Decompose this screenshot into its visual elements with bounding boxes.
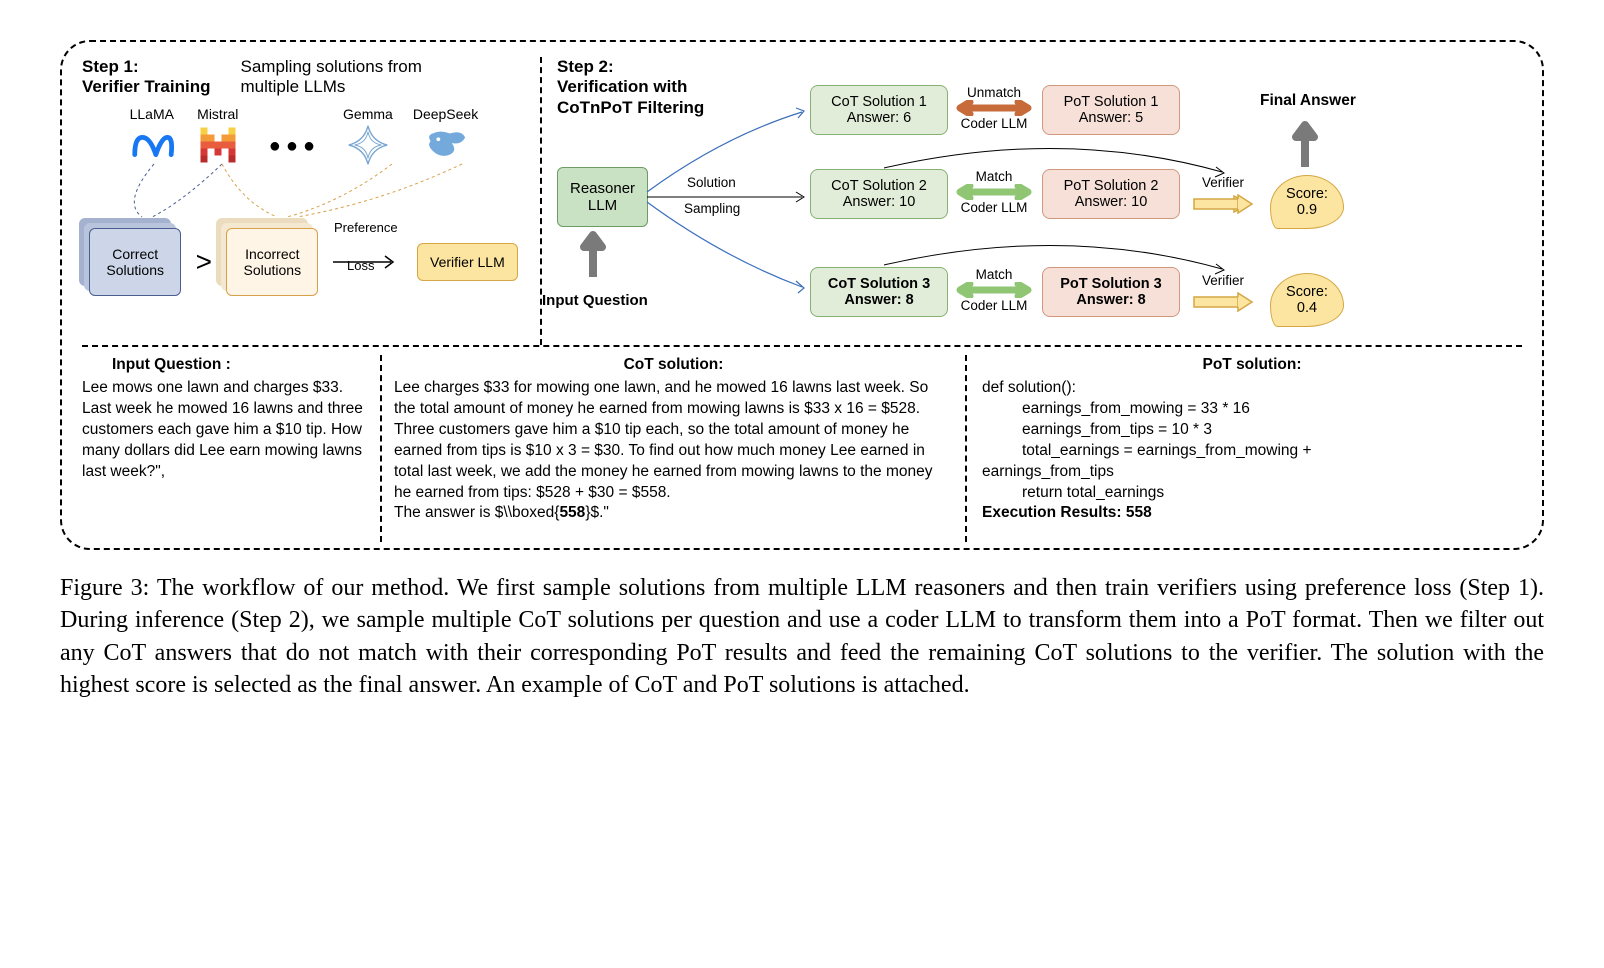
box-answer: Answer: 5: [1055, 110, 1167, 126]
code-line: return total_earnings: [982, 483, 1522, 504]
llm-llama: LLaMA: [129, 106, 175, 168]
sampling-arrows: [82, 162, 522, 222]
up-arrow-icon: [580, 229, 606, 279]
example-title: CoT solution:: [394, 355, 953, 376]
up-arrow-icon: [1292, 119, 1318, 169]
verifier-curve-2: [882, 142, 1232, 192]
verifier-curve-3: [882, 239, 1232, 289]
pot-solution-example: PoT solution: def solution(): earnings_f…: [967, 355, 1522, 542]
deepseek-icon: [423, 122, 469, 168]
coder-label: Coder LLM: [961, 116, 1028, 131]
box-answer: Answer: 6: [823, 110, 935, 126]
preference-label: Preference: [334, 220, 398, 235]
gemma-icon: [345, 122, 391, 168]
ellipsis-icon: ● ● ●: [261, 135, 323, 158]
step1-title-line2: Verifier Training: [82, 77, 211, 97]
example-answer: The answer is $\\boxed{558}$.": [394, 503, 953, 524]
example-body: Lee charges $33 for mowing one lawn, and…: [394, 378, 953, 504]
correct-solutions-box: Correct Solutions: [89, 228, 181, 296]
box-answer: Answer: 10: [1055, 194, 1167, 210]
box-label: Correct Solutions: [90, 246, 180, 278]
box-title: CoT Solution 1: [823, 94, 935, 110]
final-answer-label: Final Answer: [1260, 92, 1356, 110]
box-label: Verifier LLM: [430, 254, 505, 270]
step2-title-line2: Verification with: [557, 77, 1522, 97]
step1-panel: Step 1: Verifier Training Sampling solut…: [82, 57, 542, 345]
code-line: total_earnings = earnings_from_mowing +e…: [982, 441, 1522, 483]
diagram-top-row: Step 1: Verifier Training Sampling solut…: [82, 57, 1522, 347]
llm-label: DeepSeek: [413, 106, 478, 122]
example-title: PoT solution:: [982, 355, 1522, 376]
box-answer: Answer: 10: [823, 194, 935, 210]
loss-label: Loss: [347, 258, 374, 273]
box-answer: Answer: 8: [1055, 292, 1167, 308]
code-line: earnings_from_mowing = 33 * 16: [982, 399, 1522, 420]
cot-solution-1: CoT Solution 1 Answer: 6: [810, 85, 948, 135]
execution-result: Execution Results: 558: [982, 503, 1522, 524]
input-question-example: Input Question : Lee mows one lawn and c…: [82, 355, 382, 542]
example-row: Input Question : Lee mows one lawn and c…: [82, 347, 1522, 542]
score-bubble-1: Score: 0.9: [1270, 175, 1344, 229]
llm-label: Mistral: [197, 106, 238, 122]
llm-gemma: Gemma: [343, 106, 393, 168]
example-body: Lee mows one lawn and charges $33. Last …: [82, 378, 370, 483]
pot-solution-1: PoT Solution 1 Answer: 5: [1042, 85, 1180, 135]
box-answer: Answer: 8: [823, 292, 935, 308]
incorrect-solutions-box: Incorrect Solutions: [226, 228, 318, 296]
mistral-icon: [195, 122, 241, 168]
code-line: def solution():: [982, 378, 1522, 399]
unmatch-arrow: Unmatch Coder LLM: [956, 85, 1032, 131]
verifier-arrow-icon: [1192, 292, 1254, 312]
box-label: Incorrect Solutions: [227, 246, 317, 278]
llm-deepseek: DeepSeek: [413, 106, 478, 168]
workflow-diagram: Step 1: Verifier Training Sampling solut…: [60, 40, 1544, 550]
box-title: PoT Solution 1: [1055, 94, 1167, 110]
reasoner-llm-box: Reasoner LLM: [557, 167, 648, 227]
llm-row: LLaMA Mistral: [82, 106, 525, 168]
box-label: LLM: [570, 197, 635, 214]
llm-label: Gemma: [343, 106, 393, 122]
code-line: earnings_from_tips = 10 * 3: [982, 420, 1522, 441]
input-question-label: Input Question: [542, 292, 648, 309]
coder-label: Coder LLM: [961, 298, 1028, 313]
figure-caption: Figure 3: The workflow of our method. We…: [60, 572, 1544, 702]
llm-label: LLaMA: [130, 106, 174, 122]
verifier-label-2: Verifier: [1202, 175, 1244, 190]
verifier-llm-box: Verifier LLM: [417, 243, 518, 281]
coder-label: Coder LLM: [961, 200, 1028, 215]
verifier-label-3: Verifier: [1202, 273, 1244, 288]
cot-solution-example: CoT solution: Lee charges $33 for mowing…: [382, 355, 967, 542]
sampling-label-1: Solution: [687, 175, 736, 190]
score-value: Score: 0.4: [1286, 284, 1328, 316]
meta-icon: [129, 122, 175, 168]
verifier-arrow-icon: [1192, 194, 1254, 214]
step2-panel: Step 2: Verification with CoTnPoT Filter…: [542, 57, 1522, 345]
score-bubble-2: Score: 0.4: [1270, 273, 1344, 327]
step2-title-line1: Step 2:: [557, 57, 1522, 77]
sampling-label-2: Sampling: [684, 201, 740, 216]
box-label: Reasoner: [570, 180, 635, 197]
llm-mistral: Mistral: [195, 106, 241, 168]
score-value: Score: 0.9: [1286, 186, 1328, 218]
arrow-label: Unmatch: [967, 85, 1021, 100]
greater-than-sign: >: [196, 246, 212, 278]
step1-subtitle: Sampling solutions from multiple LLMs: [241, 57, 451, 97]
step1-title-line1: Step 1:: [82, 57, 211, 77]
example-title: Input Question :: [82, 355, 370, 376]
